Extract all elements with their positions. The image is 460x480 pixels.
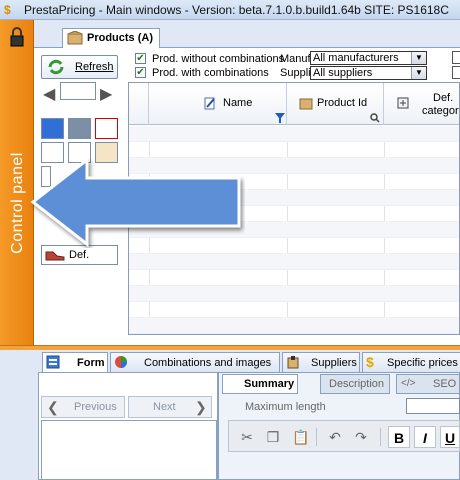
tab-summary[interactable]: Summary	[222, 374, 298, 394]
window-title: PrestaPricing - Main windows - Version: …	[24, 3, 449, 17]
search-icon[interactable]	[370, 113, 380, 123]
copy-icon[interactable]: ❐	[262, 426, 284, 448]
title-bar: $ PrestaPricing - Main windows - Version…	[0, 0, 460, 20]
supplier-icon	[287, 356, 299, 369]
manufacturer-value: All manufacturers	[313, 52, 399, 64]
supplier-value: All suppliers	[313, 67, 373, 79]
tab-products[interactable]: Products (A)	[62, 28, 160, 48]
refresh-button[interactable]: Refresh	[41, 55, 118, 79]
toolbar-separator	[316, 428, 317, 446]
bold-button[interactable]: B	[388, 426, 410, 448]
tab-form-label: Form	[77, 357, 105, 369]
tab-products-label: Products (A)	[87, 32, 153, 44]
package-icon	[67, 31, 83, 45]
tool-gears-icon[interactable]	[41, 118, 64, 139]
tool-select-icon[interactable]	[95, 118, 118, 139]
filter-icon[interactable]	[275, 113, 285, 123]
column-def-category-line1: Def.	[433, 92, 454, 104]
tab-combinations-label: Combinations and images	[144, 357, 272, 369]
previous-button[interactable]: ❮ Previous	[41, 396, 125, 418]
with-combinations-label: Prod. with combinations	[152, 67, 269, 79]
filter-extra-box[interactable]	[452, 51, 460, 64]
max-length-field[interactable]	[406, 398, 460, 414]
def-button[interactable]: Def.	[41, 245, 118, 265]
tab-form[interactable]: Form	[42, 352, 108, 372]
chevron-down-icon[interactable]: ▼	[411, 67, 426, 79]
without-combinations-label: Prod. without combinations	[152, 53, 285, 65]
column-def-category[interactable]: Def. category	[384, 83, 460, 125]
shoe-icon	[45, 251, 65, 261]
column-product-id-label: Product Id	[317, 97, 368, 109]
max-length-label: Maximum length	[245, 401, 326, 413]
table-row[interactable]	[129, 286, 459, 302]
table-row[interactable]	[129, 126, 459, 142]
tab-seo-label: SEO	[433, 378, 457, 390]
tab-summary-label: Summary	[244, 378, 295, 390]
manufacturer-select[interactable]: All manufacturers ▼	[310, 51, 427, 65]
app-icon: $	[4, 3, 11, 17]
grid-header: Name Product Id Def. category	[129, 83, 460, 125]
manufacturer-label: Manufacturer	[280, 53, 310, 65]
form-icon	[46, 355, 60, 369]
filter-extra-box[interactable]	[452, 66, 460, 79]
tool-eye-icon[interactable]	[68, 118, 91, 139]
cut-icon[interactable]: ✂	[236, 426, 258, 448]
combinations-icon	[115, 356, 127, 368]
toolbar-separator	[380, 428, 381, 446]
chevron-down-icon[interactable]: ▼	[411, 52, 426, 64]
tab-suppliers[interactable]: Suppliers	[282, 352, 360, 372]
arrow-right-icon[interactable]: ▶	[100, 84, 112, 104]
tab-combinations[interactable]: Combinations and images	[110, 352, 280, 372]
chevron-right-icon: ❯	[195, 399, 207, 415]
record-nav-field[interactable]	[60, 82, 96, 100]
table-row[interactable]	[129, 270, 459, 286]
def-label: Def.	[69, 249, 90, 261]
grid-header-indicator	[129, 83, 149, 125]
lock-icon[interactable]	[6, 26, 28, 48]
callout-arrow	[30, 156, 241, 248]
pen-icon	[204, 97, 215, 110]
supplier-label: Supplier	[280, 67, 310, 79]
paste-icon[interactable]: 📋	[290, 426, 312, 448]
column-def-category-line2: category	[422, 105, 460, 117]
arrow-left-icon[interactable]: ◀	[43, 84, 55, 104]
table-row[interactable]	[129, 302, 459, 318]
italic-button[interactable]: I	[414, 426, 436, 448]
code-icon: </>	[401, 378, 416, 389]
tab-description-label: Description	[329, 378, 385, 390]
column-name-label: Name	[223, 97, 253, 109]
column-product-id[interactable]: Product Id	[287, 83, 384, 125]
tab-suppliers-label: Suppliers	[311, 357, 357, 369]
next-label: Next	[153, 401, 176, 413]
previous-label: Previous	[74, 401, 117, 413]
underline-button[interactable]: U	[440, 426, 460, 448]
column-name[interactable]: Name	[149, 83, 287, 125]
tab-specific-prices-label: Specific prices	[387, 357, 458, 369]
tab-description[interactable]: Description	[320, 374, 390, 394]
refresh-label: Refresh	[75, 61, 114, 73]
undo-icon[interactable]: ↶	[324, 426, 346, 448]
tab-seo[interactable]: </> SEO	[396, 374, 460, 394]
control-panel-label: Control panel	[9, 152, 26, 254]
next-button[interactable]: Next ❯	[128, 396, 212, 418]
table-row[interactable]	[129, 318, 459, 334]
without-combinations-checkbox[interactable]: ✔	[135, 53, 146, 64]
table-row[interactable]	[129, 254, 459, 270]
recycle-icon	[48, 59, 64, 75]
redo-icon[interactable]: ↷	[350, 426, 372, 448]
product-list-box[interactable]	[41, 420, 217, 480]
supplier-select[interactable]: All suppliers ▼	[310, 66, 427, 80]
dollar-icon: $	[366, 354, 374, 370]
box-icon	[299, 98, 313, 110]
category-icon	[397, 97, 409, 109]
column-def-category-label: Def. category	[422, 92, 460, 118]
detail-tabs: Form Combinations and images Suppliers $…	[38, 352, 460, 372]
chevron-left-icon: ❮	[47, 399, 59, 415]
tab-specific-prices[interactable]: $ Specific prices	[362, 352, 460, 372]
with-combinations-checkbox[interactable]: ✔	[135, 67, 146, 78]
